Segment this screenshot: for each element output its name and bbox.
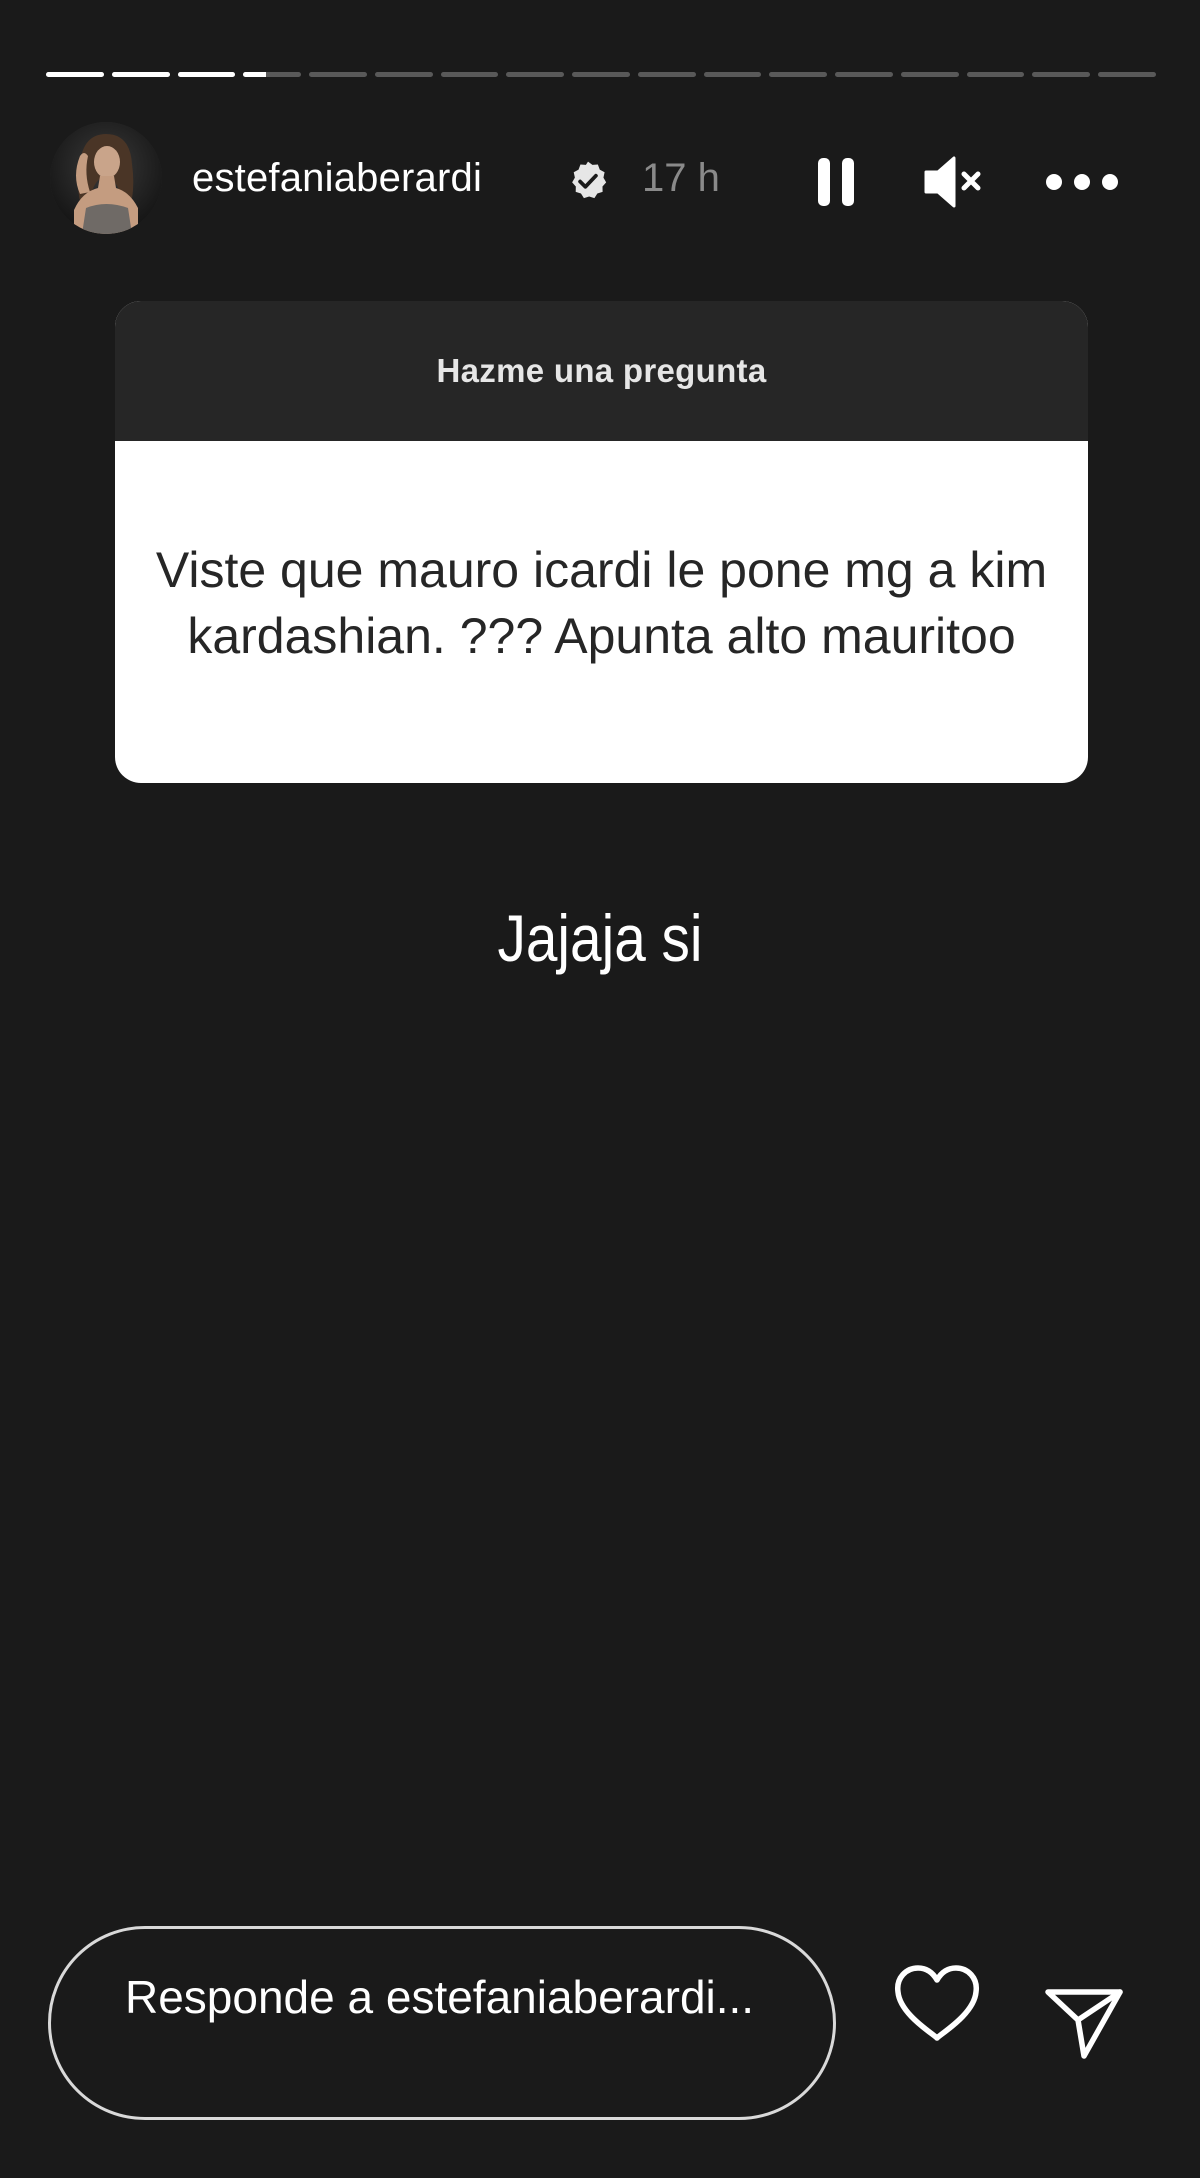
like-button[interactable] [892, 1962, 982, 2046]
progress-segment-fill [111, 72, 170, 77]
story-timestamp: 17 h [642, 156, 720, 200]
reply-input[interactable]: Responde a estefaniaberardi... [48, 1926, 836, 2120]
username[interactable]: estefaniaberardi [192, 156, 482, 201]
avatar[interactable] [50, 122, 162, 234]
progress-segment [1098, 72, 1157, 77]
progress-segment [177, 72, 236, 77]
progress-segment [703, 72, 762, 77]
progress-segment [835, 72, 893, 77]
send-button[interactable] [1042, 1982, 1126, 2062]
story-viewer: estefaniaberardi 17 h Hazme una pregunta… [0, 0, 1200, 2178]
reply-placeholder: Responde a estefaniaberardi... [125, 1971, 755, 2023]
muted-speaker-icon [924, 156, 981, 208]
story-progress-bar [46, 72, 1157, 78]
more-options-icon [1046, 174, 1118, 190]
progress-segment [637, 72, 696, 77]
avatar-image [50, 122, 162, 234]
mute-button[interactable] [922, 152, 986, 212]
progress-segment-fill [177, 72, 236, 77]
progress-segment [243, 72, 302, 77]
progress-segment [900, 72, 959, 77]
progress-segment [309, 72, 367, 77]
verified-badge-icon [572, 161, 607, 199]
question-sticker-title: Hazme una pregunta [436, 352, 767, 389]
progress-segment [1032, 72, 1091, 77]
pause-button[interactable] [812, 154, 860, 210]
heart-icon [895, 1965, 979, 2041]
question-text: Viste que mauro icardi le pone mg a kim … [155, 542, 1048, 664]
answer-text: Jajaja si [497, 901, 703, 975]
progress-segment [506, 72, 565, 77]
pause-icon [818, 158, 854, 206]
progress-segment [769, 72, 828, 77]
progress-segment [966, 72, 1025, 77]
send-icon [1045, 1989, 1123, 2059]
progress-segment [572, 72, 630, 77]
progress-segment [46, 72, 104, 77]
more-options-button[interactable] [1042, 162, 1122, 202]
progress-segment [111, 72, 170, 77]
question-sticker-header: Hazme una pregunta [115, 301, 1088, 441]
progress-segment-fill [46, 72, 104, 77]
story-header: estefaniaberardi 17 h [50, 122, 1160, 238]
progress-segment-fill [243, 72, 267, 77]
progress-segment [374, 72, 433, 77]
progress-segment [440, 72, 499, 77]
question-sticker: Hazme una pregunta Viste que mauro icard… [115, 301, 1088, 783]
question-sticker-body: Viste que mauro icardi le pone mg a kim … [115, 441, 1088, 783]
